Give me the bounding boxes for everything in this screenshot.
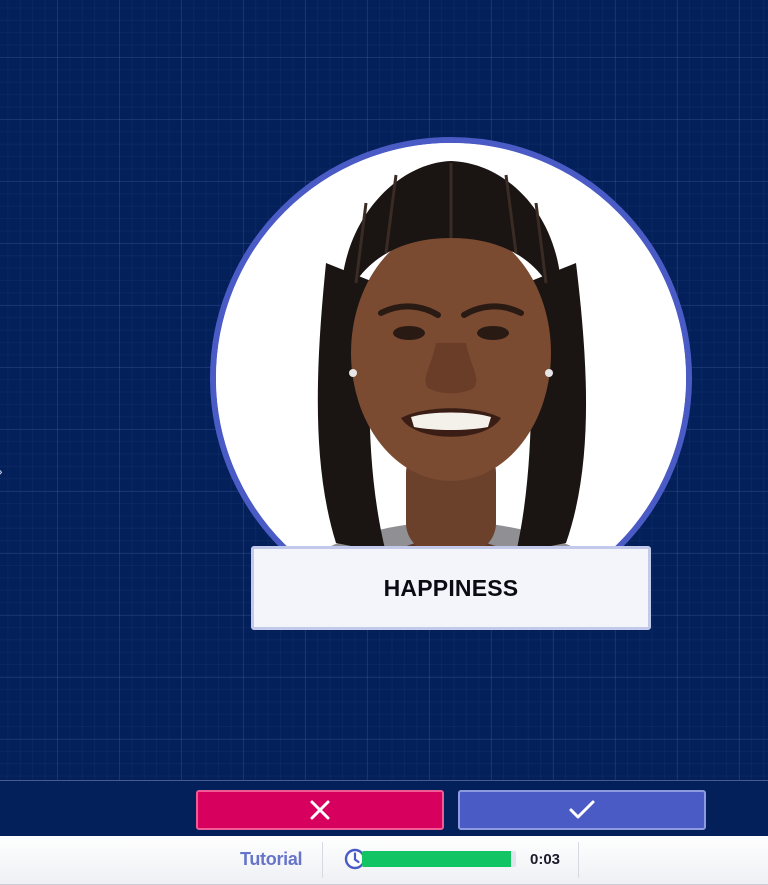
edge-arrow-icon: › xyxy=(0,464,3,478)
portrait-illustration xyxy=(216,143,686,613)
status-divider xyxy=(322,842,323,878)
timer-progress-fill xyxy=(362,851,512,867)
timer-progress-bar xyxy=(362,851,516,867)
reject-button[interactable] xyxy=(196,790,444,830)
game-stage: › xyxy=(0,0,768,780)
emotion-label-card: HAPPINESS xyxy=(251,546,651,630)
emotion-label: HAPPINESS xyxy=(383,574,519,601)
status-bar: Tutorial 0:03 xyxy=(0,836,768,885)
timer-value: 0:03 xyxy=(530,851,561,868)
close-icon xyxy=(310,800,330,820)
answer-bar xyxy=(0,780,768,836)
status-divider xyxy=(578,842,579,878)
tutorial-link[interactable]: Tutorial xyxy=(240,849,303,870)
accept-button[interactable] xyxy=(458,790,706,830)
checkmark-icon xyxy=(569,800,595,819)
